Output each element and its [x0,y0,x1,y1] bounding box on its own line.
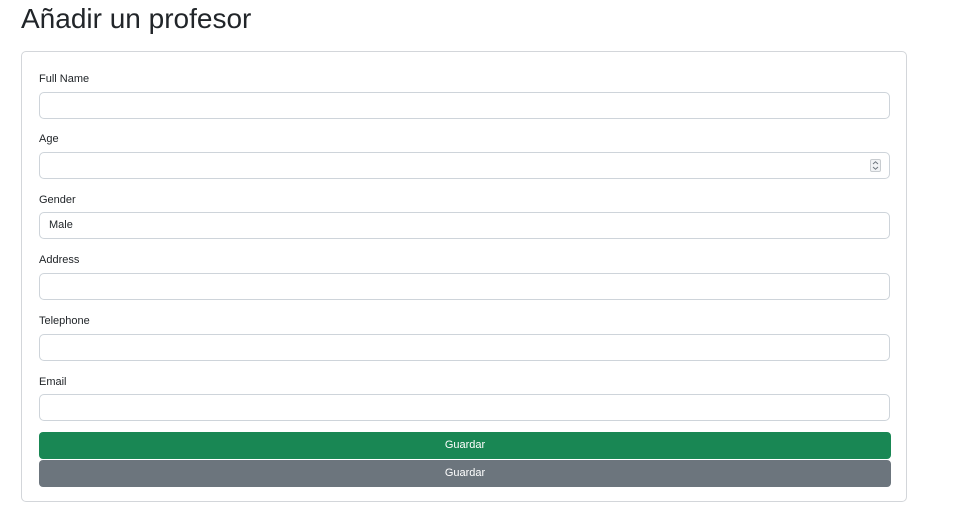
full-name-label: Full Name [39,73,90,85]
email-label: Email [39,376,67,388]
telephone-input[interactable] [39,334,890,361]
page-title: Añadir un profesor [21,3,252,34]
email-input[interactable] [39,394,890,421]
full-name-input[interactable] [39,92,890,119]
gender-input[interactable]: Male [39,212,890,239]
teacher-form-card: Full Name Age Gender Male Address Teleph… [21,51,907,502]
address-input[interactable] [39,273,890,300]
telephone-label: Telephone [39,315,90,327]
secondary-save-button[interactable]: Guardar [39,460,891,487]
age-label: Age [39,133,59,145]
address-label: Address [39,254,80,266]
age-input[interactable] [39,152,890,179]
save-button[interactable]: Guardar [39,432,891,459]
number-spinner-icon[interactable] [870,159,881,172]
gender-label: Gender [39,194,76,206]
